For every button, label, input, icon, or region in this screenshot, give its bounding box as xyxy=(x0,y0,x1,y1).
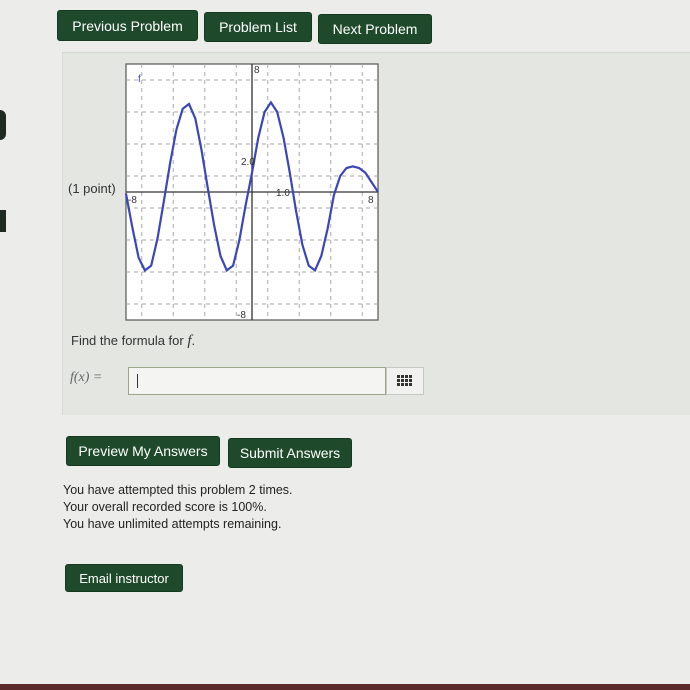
attempts-message: You have attempted this problem 2 times. xyxy=(63,483,293,497)
text-caret xyxy=(137,374,138,388)
x-max-label: 8 xyxy=(368,195,374,206)
y-tick-label: 2.0 xyxy=(241,157,255,168)
equation-editor-button[interactable] xyxy=(386,367,424,395)
y-min-label: -8 xyxy=(237,310,246,321)
preview-answers-button[interactable]: Preview My Answers xyxy=(66,436,220,466)
y-max-label: 8 xyxy=(254,65,260,76)
score-message: Your overall recorded score is 100%. xyxy=(63,500,267,514)
answer-label: f(x) = xyxy=(70,370,103,385)
instruction-label: Find the formula for xyxy=(71,333,184,348)
keypad-icon xyxy=(397,375,412,386)
instruction-text: Find the formula for f. xyxy=(71,333,196,349)
email-instructor-button[interactable]: Email instructor xyxy=(65,564,183,592)
remaining-message: You have unlimited attempts remaining. xyxy=(63,517,282,531)
screen-bottom-edge xyxy=(0,684,690,690)
function-name: f xyxy=(187,333,192,349)
answer-input[interactable] xyxy=(128,367,386,395)
x-tick-label: 1.0 xyxy=(276,188,290,199)
submit-answers-button[interactable]: Submit Answers xyxy=(228,438,352,468)
x-min-label: -8 xyxy=(128,195,137,206)
curve-label: f xyxy=(138,74,141,85)
